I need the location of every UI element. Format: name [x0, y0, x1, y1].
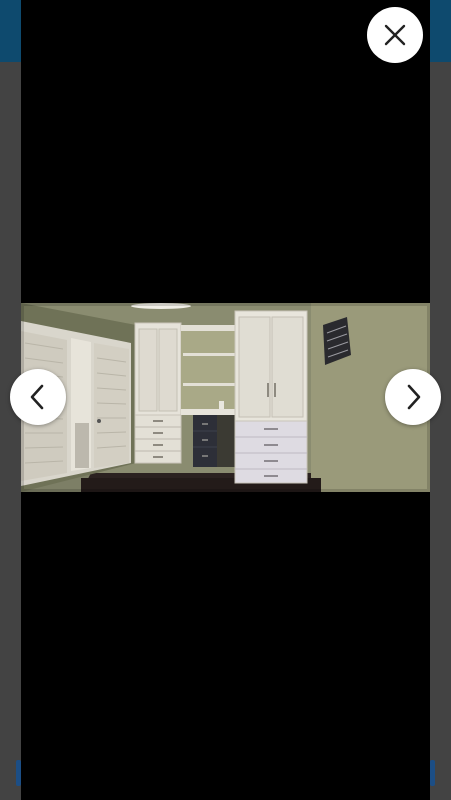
room-photo	[21, 303, 430, 492]
page	[0, 0, 451, 800]
chevron-left-icon	[27, 383, 49, 411]
previous-photo-button[interactable]	[10, 369, 66, 425]
background-panel-left	[0, 62, 21, 800]
background-accent-right	[430, 760, 435, 786]
chevron-right-icon	[402, 383, 424, 411]
close-button[interactable]	[367, 7, 423, 63]
close-icon	[383, 23, 407, 47]
background-panel-right	[430, 62, 451, 800]
next-photo-button[interactable]	[385, 369, 441, 425]
gallery-photo[interactable]	[21, 303, 430, 492]
